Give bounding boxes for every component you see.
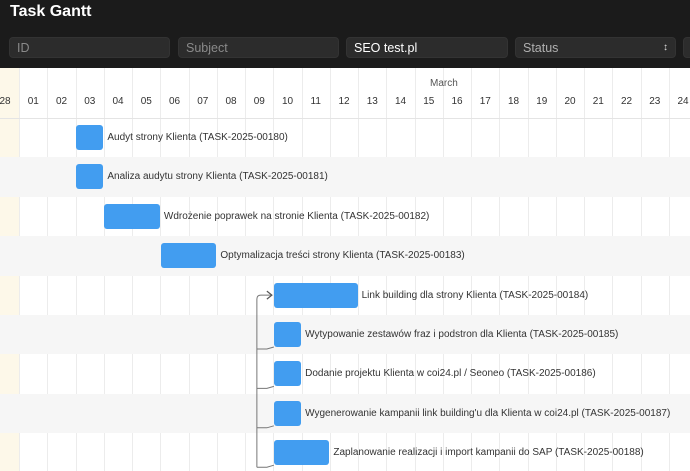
dependency-line bbox=[256, 464, 275, 468]
extra-filter-input[interactable] bbox=[683, 37, 690, 58]
dependency-line bbox=[256, 346, 275, 350]
top-bar: Task Gantt Status ↕ bbox=[0, 0, 690, 68]
gantt-chart: Audyt strony Klienta (TASK-2025-00180) An… bbox=[0, 68, 690, 471]
dependency-line bbox=[256, 385, 275, 389]
status-filter-select[interactable]: Status ↕ bbox=[515, 37, 676, 58]
project-filter-input[interactable] bbox=[346, 37, 508, 58]
dependency-spine bbox=[256, 294, 271, 468]
chevron-updown-icon: ↕ bbox=[663, 42, 668, 53]
dependency-links bbox=[256, 290, 275, 468]
dependency-line bbox=[256, 425, 275, 429]
status-filter-label: Status bbox=[523, 40, 559, 55]
page-title: Task Gantt bbox=[10, 3, 92, 20]
id-filter-input[interactable] bbox=[9, 37, 170, 58]
subject-filter-input[interactable] bbox=[178, 37, 339, 58]
